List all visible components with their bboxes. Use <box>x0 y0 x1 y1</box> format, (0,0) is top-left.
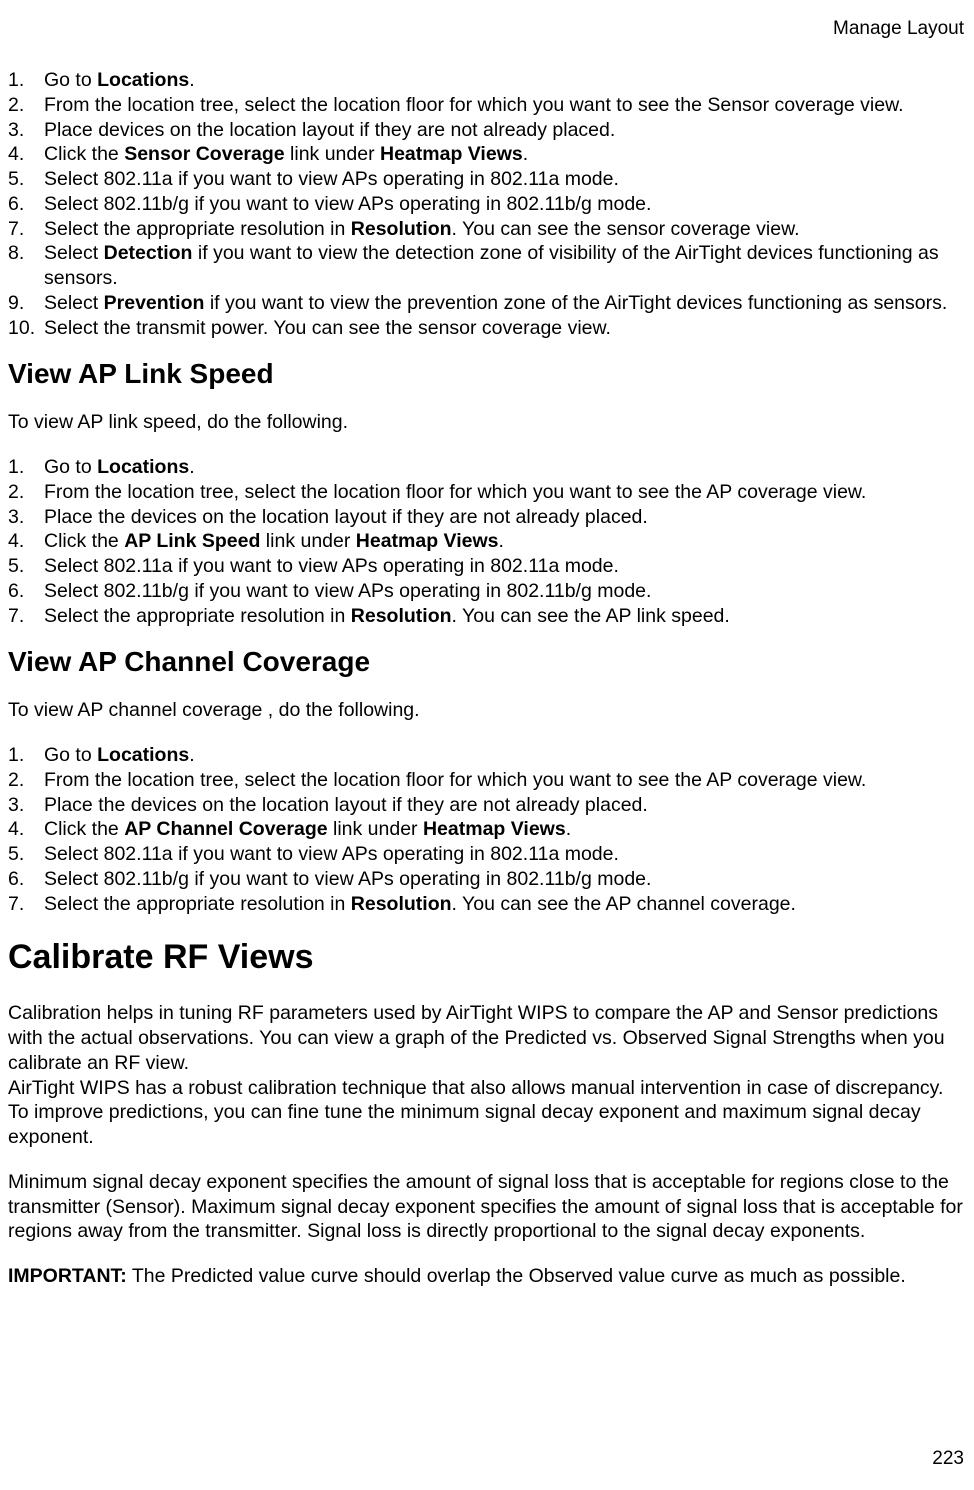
list-item: Select Prevention if you want to view th… <box>8 291 966 316</box>
important-note: IMPORTANT: The Predicted value curve sho… <box>8 1264 966 1289</box>
heading-ap-link-speed: View AP Link Speed <box>8 358 966 390</box>
text: link under <box>285 143 380 165</box>
text: Go to <box>44 69 97 91</box>
sensor-coverage-steps: Go to Locations. From the location tree,… <box>8 68 966 340</box>
text: . You can see the AP link speed. <box>452 605 730 627</box>
list-item: Go to Locations. <box>8 455 966 480</box>
bold-text: Prevention <box>104 292 205 314</box>
bold-text: Resolution <box>351 605 452 627</box>
list-item: Select the appropriate resolution in Res… <box>8 892 966 917</box>
bold-text: Resolution <box>351 218 452 240</box>
list-item: Select 802.11b/g if you want to view APs… <box>8 579 966 604</box>
text: Select the appropriate resolution in <box>44 218 351 240</box>
bold-text: Heatmap Views <box>356 530 499 552</box>
bold-text: Detection <box>104 242 193 264</box>
text: if you want to view the prevention zone … <box>204 292 947 314</box>
text: Select the appropriate resolution in <box>44 605 351 627</box>
bold-text: Heatmap Views <box>423 818 566 840</box>
list-item: Select 802.11b/g if you want to view APs… <box>8 192 966 217</box>
text: Go to <box>44 456 97 478</box>
text: . <box>523 143 528 165</box>
text: The Predicted value curve should overlap… <box>127 1265 906 1287</box>
heading-calibrate-rf-views: Calibrate RF Views <box>8 938 966 977</box>
list-item: Select 802.11a if you want to view APs o… <box>8 554 966 579</box>
list-item: Place devices on the location layout if … <box>8 118 966 143</box>
page-content: Go to Locations. From the location tree,… <box>8 68 966 1289</box>
paragraph: AirTight WIPS has a robust calibration t… <box>8 1076 966 1150</box>
text: Click the <box>44 818 124 840</box>
bold-text: Heatmap Views <box>380 143 523 165</box>
bold-text: Locations <box>97 69 189 91</box>
bold-text: Locations <box>97 456 189 478</box>
list-item: Place the devices on the location layout… <box>8 505 966 530</box>
text: Click the <box>44 143 124 165</box>
bold-text: AP Link Speed <box>124 530 260 552</box>
list-item: Click the AP Link Speed link under Heatm… <box>8 529 966 554</box>
bold-text: IMPORTANT: <box>8 1265 127 1287</box>
text: . You can see the AP channel coverage. <box>452 893 796 915</box>
list-item: Select 802.11b/g if you want to view APs… <box>8 867 966 892</box>
text: . <box>189 69 194 91</box>
paragraph: Minimum signal decay exponent specifies … <box>8 1170 966 1244</box>
text: . <box>499 530 504 552</box>
text: . You can see the sensor coverage view. <box>452 218 800 240</box>
text: . <box>189 456 194 478</box>
text: link under <box>260 530 355 552</box>
text: . <box>566 818 571 840</box>
list-item: Click the Sensor Coverage link under Hea… <box>8 142 966 167</box>
bold-text: Resolution <box>351 893 452 915</box>
paragraph: Calibration helps in tuning RF parameter… <box>8 1001 966 1075</box>
list-item: Select 802.11a if you want to view APs o… <box>8 167 966 192</box>
list-item: Select 802.11a if you want to view APs o… <box>8 842 966 867</box>
list-item: Select the appropriate resolution in Res… <box>8 217 966 242</box>
text: Click the <box>44 530 124 552</box>
text: . <box>189 744 194 766</box>
bold-text: Locations <box>97 744 189 766</box>
page-number: 223 <box>932 1448 964 1470</box>
list-item: From the location tree, select the locat… <box>8 768 966 793</box>
list-item: Click the AP Channel Coverage link under… <box>8 817 966 842</box>
intro-paragraph: To view AP link speed, do the following. <box>8 410 966 435</box>
bold-text: Sensor Coverage <box>124 143 284 165</box>
text: Select <box>44 242 104 264</box>
text: Select <box>44 292 104 314</box>
list-item: Go to Locations. <box>8 68 966 93</box>
intro-paragraph: To view AP channel coverage , do the fol… <box>8 698 966 723</box>
text: Go to <box>44 744 97 766</box>
list-item: Go to Locations. <box>8 743 966 768</box>
bold-text: AP Channel Coverage <box>124 818 327 840</box>
text: Select the appropriate resolution in <box>44 893 351 915</box>
heading-ap-channel-coverage: View AP Channel Coverage <box>8 646 966 678</box>
page-header: Manage Layout <box>8 18 966 40</box>
list-item: Select the transmit power. You can see t… <box>8 316 966 341</box>
list-item: Place the devices on the location layout… <box>8 793 966 818</box>
list-item: From the location tree, select the locat… <box>8 480 966 505</box>
list-item: Select Detection if you want to view the… <box>8 241 966 291</box>
list-item: Select the appropriate resolution in Res… <box>8 604 966 629</box>
list-item: From the location tree, select the locat… <box>8 93 966 118</box>
ap-channel-coverage-steps: Go to Locations. From the location tree,… <box>8 743 966 916</box>
text: link under <box>328 818 423 840</box>
ap-link-speed-steps: Go to Locations. From the location tree,… <box>8 455 966 628</box>
